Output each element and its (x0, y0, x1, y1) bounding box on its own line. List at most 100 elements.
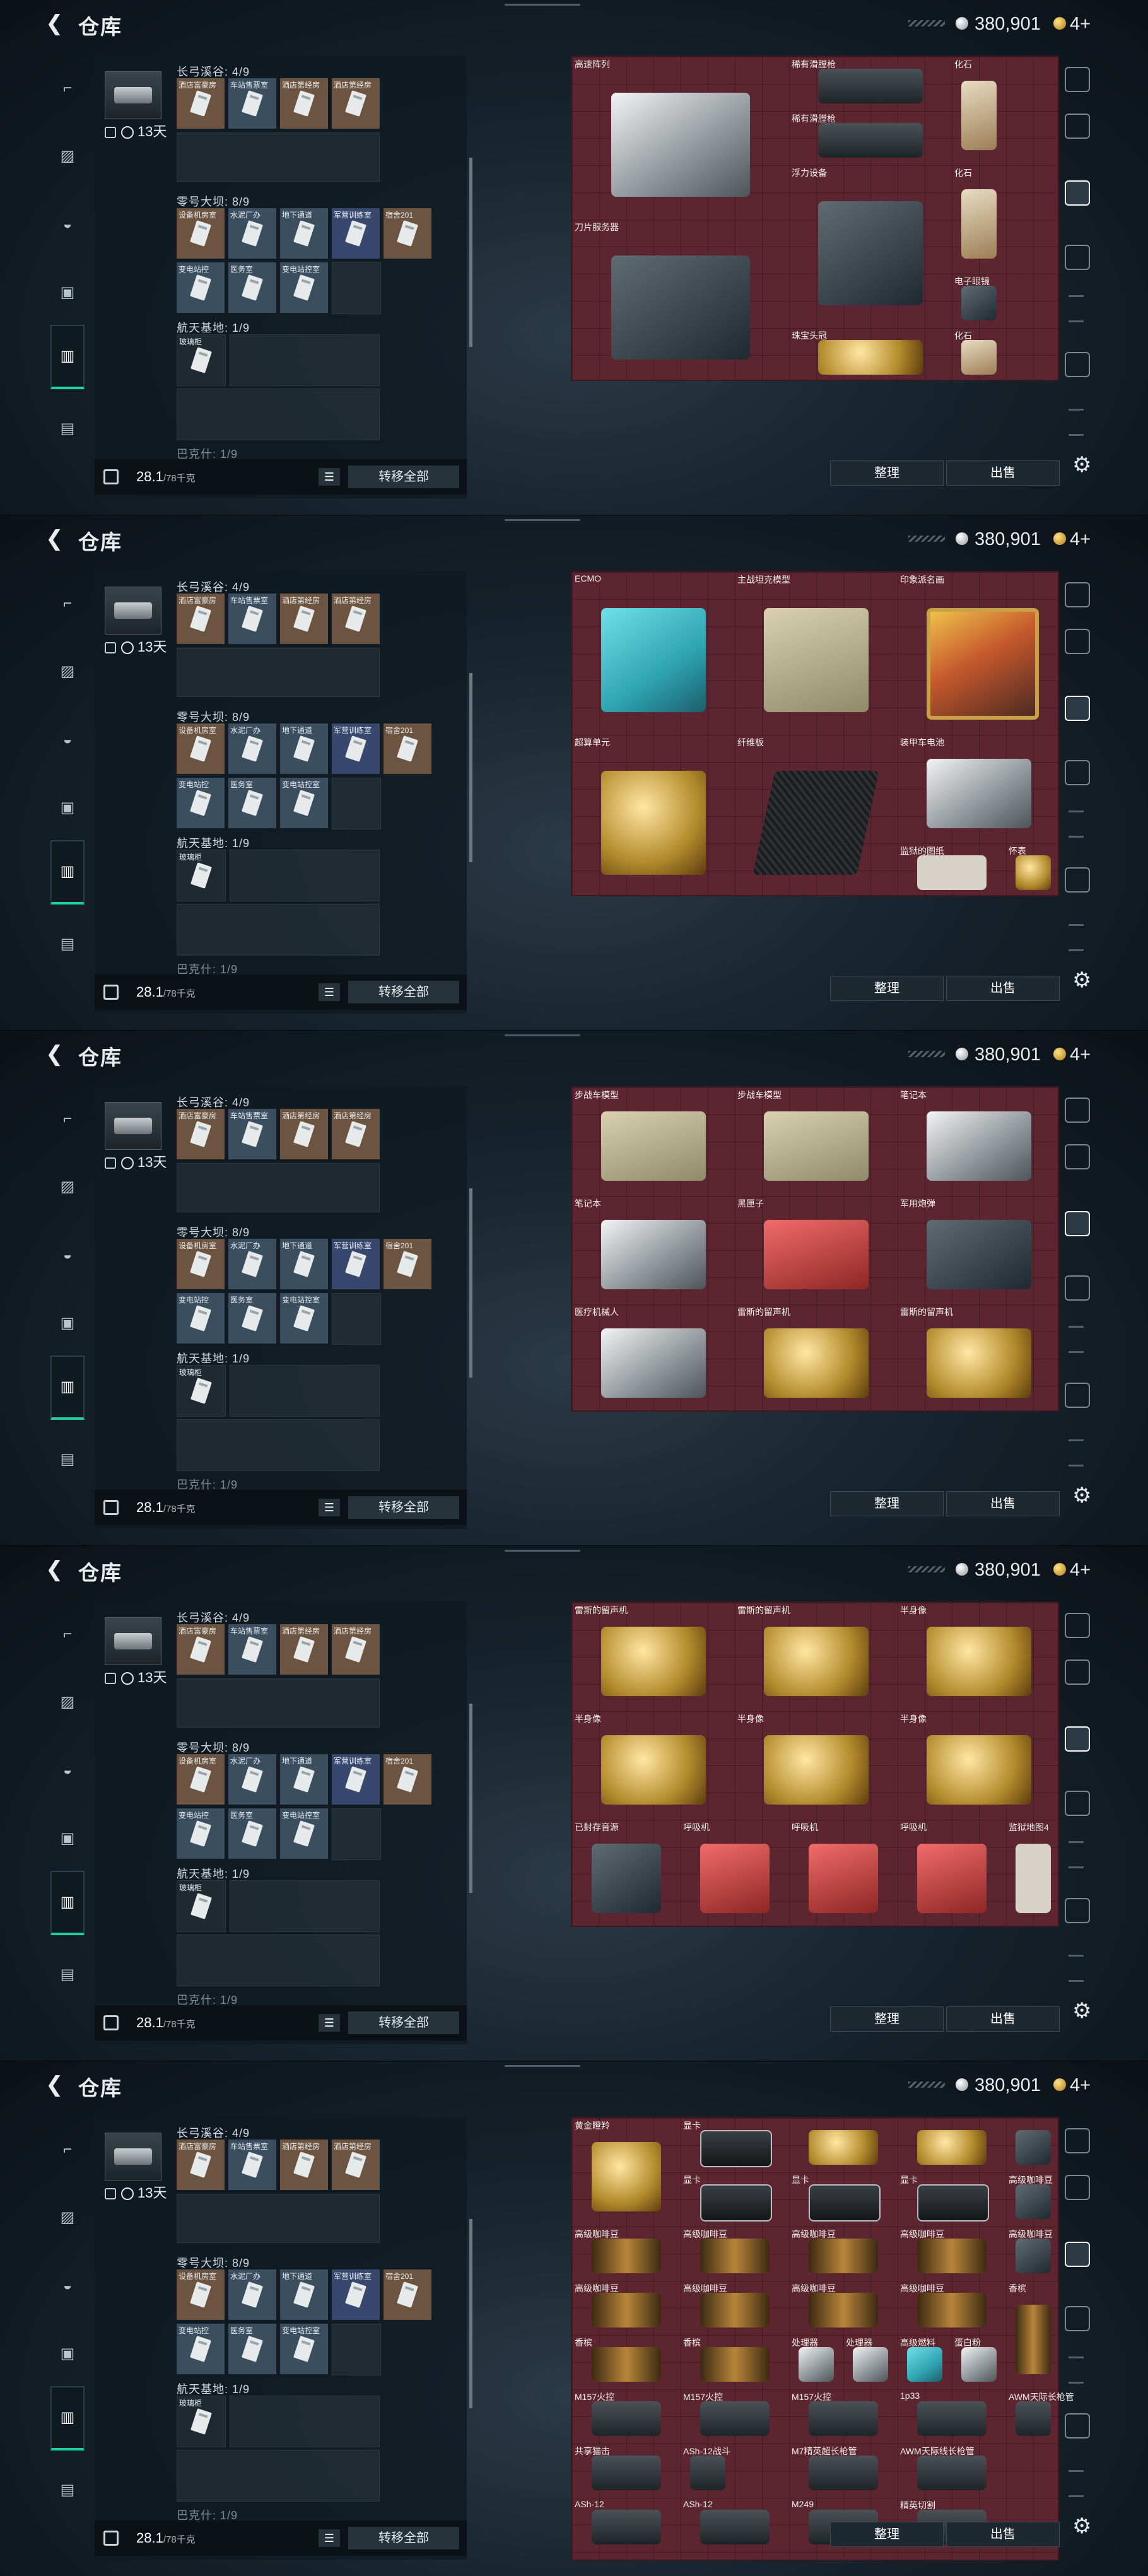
key-slot[interactable]: 水泥厂办 (228, 1754, 276, 1805)
stash-item-rifle[interactable]: 稀有滑膛枪 (789, 57, 952, 111)
transfer-all-button[interactable]: 转移全部 (348, 981, 459, 1004)
stash-item-watch[interactable]: 怀表 (1006, 843, 1060, 898)
stash-item-wine[interactable]: 香槟 (1006, 2281, 1060, 2389)
stash-tab-icon[interactable] (1065, 180, 1090, 206)
key-slot[interactable]: 酒店第经房 (332, 78, 380, 129)
stash-item-painting[interactable]: 印象派名画 (898, 572, 1060, 735)
panel-scrollbar[interactable] (469, 2219, 472, 2408)
key-slot[interactable]: 玻璃柜 (177, 2396, 226, 2447)
key-case-thumbnail[interactable] (105, 587, 161, 635)
key-slot[interactable]: 宿舍201 (384, 1239, 431, 1289)
key-case-thumbnail[interactable] (105, 2133, 161, 2181)
stash-item-robot[interactable]: 医疗机械人 (572, 1304, 735, 1413)
nav-container-icon[interactable]: ▥ (50, 325, 85, 389)
back-arrow-icon[interactable]: ❮ (45, 1557, 71, 1581)
key-slot[interactable]: 医务室 (228, 1293, 276, 1344)
stash-item-launcher[interactable]: M157火控 (789, 2389, 898, 2444)
stash-item-statue[interactable] (789, 2118, 898, 2172)
stash-item-respirator[interactable]: 浮力设备 (789, 165, 952, 328)
list-view-icon[interactable]: ☰ (319, 1499, 340, 1516)
stash-tab-icon[interactable] (1065, 1898, 1090, 1923)
key-slot[interactable]: 宿舍201 (384, 723, 431, 774)
stash-item-coffee[interactable]: 高级咖啡豆 (898, 2227, 1006, 2281)
panel-scrollbar[interactable] (469, 1704, 472, 1893)
nav-armor-icon[interactable]: ▨ (52, 656, 83, 688)
stash-tab-icon[interactable] (1065, 696, 1090, 721)
stash-item-coffee[interactable]: 高级咖啡豆 (681, 2281, 789, 2335)
key-slot[interactable]: 军营训练室 (332, 1239, 380, 1289)
stash-item-gun[interactable]: 共享猫击 (572, 2444, 681, 2498)
nav-armor-icon[interactable]: ▨ (52, 1687, 83, 1718)
key-slot[interactable]: 宿舍201 (384, 2269, 431, 2320)
stash-item-gpu[interactable]: 显卡 (681, 2172, 789, 2227)
key-slot[interactable]: 酒店富豪房 (177, 1624, 225, 1675)
settings-gear-icon[interactable]: ⚙ (1072, 2515, 1094, 2537)
stash-item-gpu[interactable]: 显卡 (789, 2172, 898, 2227)
key-slot[interactable]: 地下通道 (280, 1239, 328, 1289)
key-slot[interactable]: 地下通道 (280, 1754, 328, 1805)
key-slot[interactable]: 酒店第经房 (332, 2140, 380, 2190)
key-slot[interactable]: 酒店第经房 (332, 1109, 380, 1159)
transfer-all-button[interactable]: 转移全部 (348, 2011, 459, 2034)
nav-backpack-icon[interactable]: ▣ (52, 792, 83, 824)
stash-item-fossil[interactable]: 化石 (952, 165, 1006, 274)
key-slot[interactable]: 变电站控室 (280, 2324, 328, 2374)
stash-item-bust[interactable]: 半身像 (735, 1711, 898, 1820)
back-arrow-icon[interactable]: ❮ (45, 1042, 71, 1066)
nav-armor-icon[interactable]: ▨ (52, 141, 83, 172)
nav-armor-icon[interactable]: ▨ (52, 2202, 83, 2234)
nav-case-icon[interactable]: ▤ (52, 928, 83, 960)
stash-item-gun[interactable]: ASh-12战斗 (681, 2444, 735, 2498)
nav-helmet-icon[interactable]: ◒ (52, 1239, 83, 1271)
stash-item-wine[interactable]: 香槟 (572, 2335, 681, 2389)
settings-gear-icon[interactable]: ⚙ (1072, 2000, 1094, 2022)
currency-b-value[interactable]: 4+ (1070, 1560, 1091, 1581)
lock-icon[interactable] (103, 2531, 119, 2546)
key-slot[interactable]: 酒店第经房 (280, 594, 328, 644)
stash-item-bust[interactable]: 半身像 (898, 1603, 1060, 1711)
stash-item-pager[interactable]: 呼吸机 (789, 1820, 898, 1928)
stash-tab-icon[interactable] (1065, 1791, 1090, 1816)
stash-item-pager[interactable]: 呼吸机 (898, 1820, 1006, 1928)
key-slot[interactable]: 水泥厂办 (228, 1239, 276, 1289)
key-slot[interactable]: 军营训练室 (332, 208, 380, 259)
panel-scrollbar[interactable] (469, 673, 472, 862)
stash-item-coffee[interactable]: 高级咖啡豆 (572, 2281, 681, 2335)
stash-item-statue[interactable] (898, 2118, 1006, 2172)
nav-backpack-icon[interactable]: ▣ (52, 2338, 83, 2370)
key-slot[interactable]: 酒店第经房 (280, 2140, 328, 2190)
stash-item-gramophone[interactable]: 雷斯的留声机 (735, 1603, 898, 1711)
key-slot[interactable]: 玻璃柜 (177, 334, 226, 386)
key-slot[interactable]: 水泥厂办 (228, 208, 276, 259)
stash-item-crate[interactable]: 装甲车电池 (898, 735, 1060, 843)
key-slot[interactable]: 水泥厂办 (228, 2269, 276, 2320)
settings-gear-icon[interactable]: ⚙ (1072, 1485, 1094, 1506)
nav-case-icon[interactable]: ▤ (52, 413, 83, 445)
key-slot[interactable]: 玻璃柜 (177, 1365, 226, 1417)
stash-tab-icon[interactable] (1065, 114, 1090, 139)
stash-item-shell[interactable]: 军用炮弹 (898, 1196, 1060, 1304)
stash-item-bust[interactable]: 半身像 (572, 1711, 735, 1820)
transfer-all-button[interactable]: 转移全部 (348, 465, 459, 488)
key-slot[interactable]: 酒店富豪房 (177, 1109, 225, 1159)
sell-button[interactable]: 出售 (946, 2006, 1060, 2032)
key-slot[interactable]: 车站售票室 (228, 1109, 276, 1159)
stash-item-pager[interactable]: 呼吸机 (681, 1820, 789, 1928)
key-slot[interactable]: 变电站控室 (280, 1293, 328, 1344)
stash-tab-icon[interactable] (1065, 352, 1090, 377)
nav-container-icon[interactable]: ▥ (50, 840, 85, 905)
stash-item-box[interactable]: 处理器 (843, 2335, 898, 2389)
stash-item-recorder[interactable]: 已封存音源 (572, 1820, 681, 1928)
nav-case-icon[interactable]: ▤ (52, 2474, 83, 2506)
settings-gear-icon[interactable]: ⚙ (1072, 454, 1094, 476)
list-view-icon[interactable]: ☰ (319, 2529, 340, 2547)
key-slot[interactable]: 变电站控 (177, 262, 225, 313)
key-slot[interactable]: 变电站控室 (280, 1808, 328, 1859)
sort-button[interactable]: 整理 (830, 2522, 944, 2547)
key-slot[interactable]: 设备机房室 (177, 208, 225, 259)
sell-button[interactable]: 出售 (946, 1491, 1060, 1516)
key-slot[interactable]: 变电站控室 (280, 262, 328, 313)
stash-item-coffee[interactable]: 高级咖啡豆 (898, 2281, 1006, 2335)
nav-helmet-icon[interactable]: ◒ (52, 2270, 83, 2302)
key-case-thumbnail[interactable] (105, 1617, 161, 1665)
